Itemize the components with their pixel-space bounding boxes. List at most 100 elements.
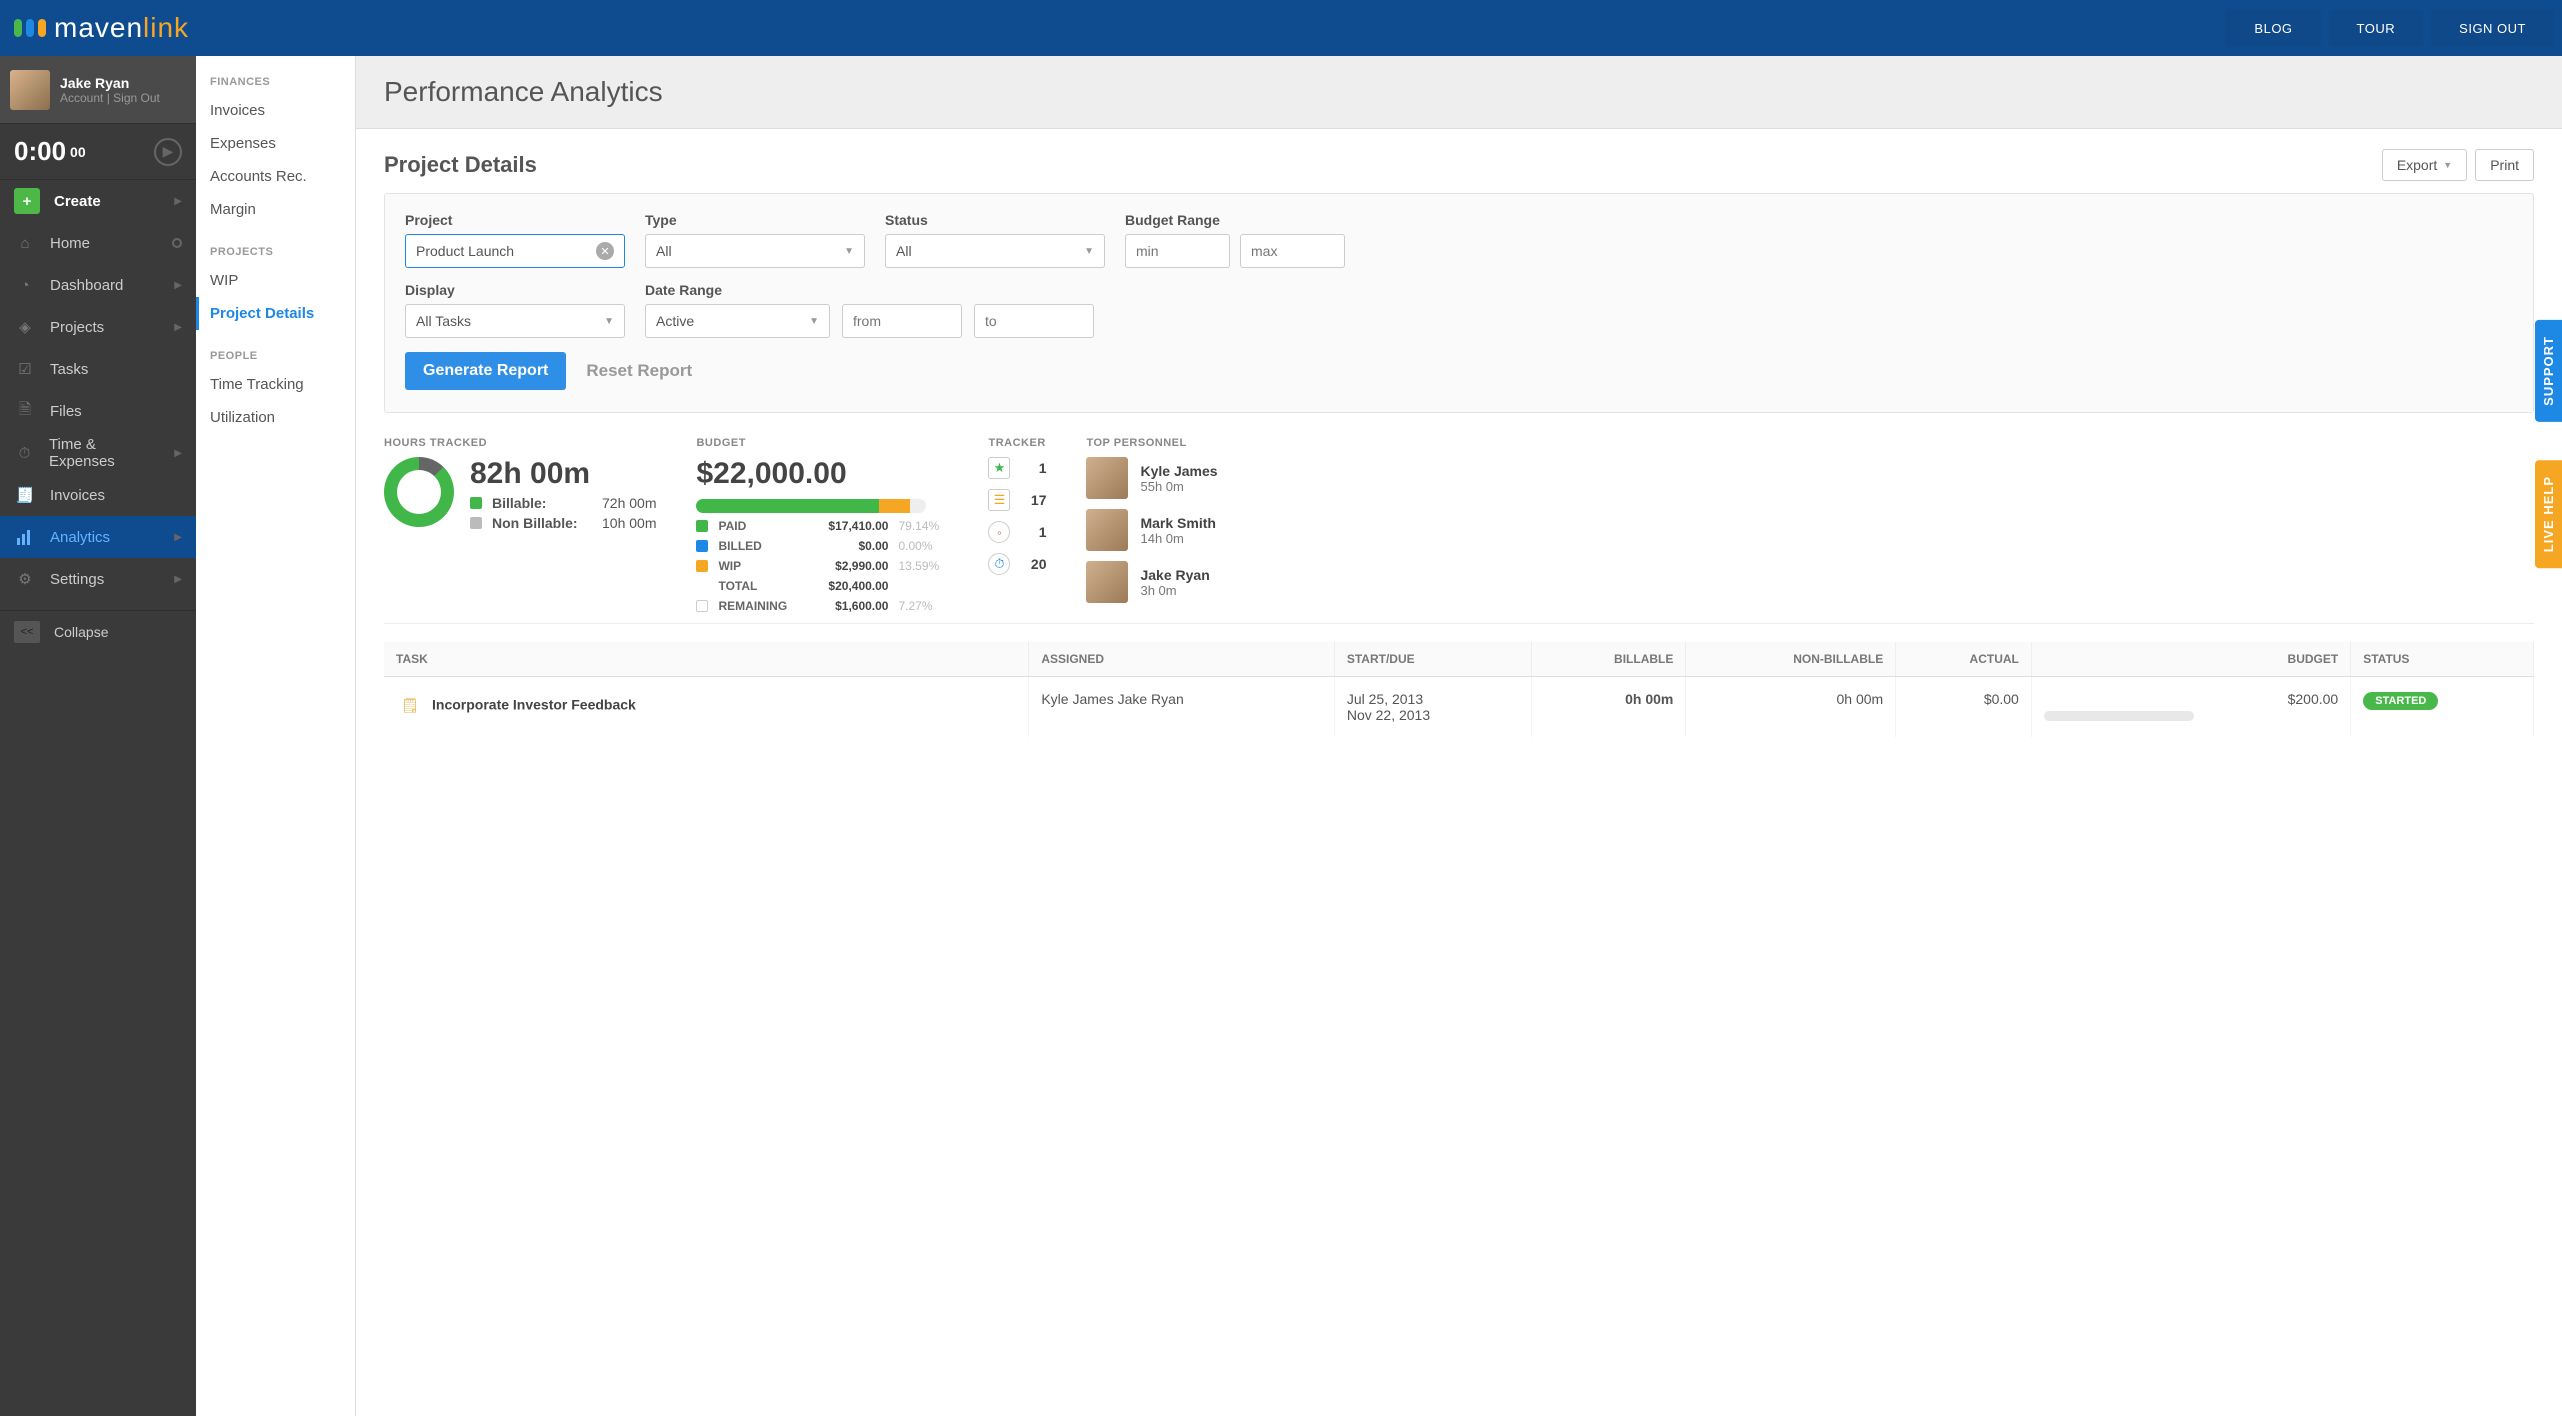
support-tab[interactable]: SUPPORT [2535,320,2562,422]
personnel-hours: 14h 0m [1140,531,1215,546]
type-select[interactable]: All▼ [645,234,865,268]
th-assigned[interactable]: ASSIGNED [1029,642,1335,677]
personnel-name: Jake Ryan [1140,567,1209,583]
legend-billed-icon [696,540,708,552]
hours-donut-chart [384,457,454,527]
subnav-invoices[interactable]: Invoices [196,94,355,127]
signout-button[interactable]: SIGN OUT [2431,10,2554,46]
tracker-val-d: 20 [1022,556,1046,572]
generate-report-button[interactable]: Generate Report [405,352,566,390]
subnav-header-finances: FINANCES [196,70,355,94]
tracker-val-a: 1 [1022,460,1046,476]
brand-b: link [143,12,189,43]
th-status[interactable]: STATUS [2351,642,2534,677]
status-select[interactable]: All▼ [885,234,1105,268]
chevron-down-icon: ▼ [2443,160,2452,170]
logo[interactable]: mavenlink [8,12,189,44]
subnav-wip[interactable]: WIP [196,264,355,297]
status-dot-icon [172,238,182,248]
nav-invoices[interactable]: 🧾Invoices [0,474,196,516]
billable-value: 72h 00m [602,495,656,511]
tour-button[interactable]: TOUR [2329,10,2424,46]
home-icon: ⌂ [14,235,36,252]
filter-panel: Project Product Launch ✕ Type All▼ Statu… [384,193,2534,413]
nav-create[interactable]: + Create ▶ [0,180,196,222]
hours-label: HOURS TRACKED [384,437,656,449]
export-button[interactable]: Export▼ [2382,149,2467,181]
user-name: Jake Ryan [60,75,160,91]
budget-min-input[interactable] [1136,243,1219,259]
subnav-time-tracking[interactable]: Time Tracking [196,368,355,401]
nav-files[interactable]: 🗎 Files [0,390,196,432]
avatar [1086,561,1128,603]
nav-settings[interactable]: ⚙Settings▶ [0,558,196,600]
chevron-down-icon: ▼ [809,316,819,327]
budget-range-label: Budget Range [1125,212,1345,228]
th-budget[interactable]: BUDGET [2031,642,2350,677]
nav-home[interactable]: ⌂Home [0,222,196,264]
tracker-val-b: 17 [1022,492,1046,508]
print-button[interactable]: Print [2475,149,2534,181]
display-select[interactable]: All Tasks▼ [405,304,625,338]
tasks-table: TASK ASSIGNED START/DUE BILLABLE NON-BIL… [384,642,2534,737]
date-to-input[interactable] [985,313,1083,329]
subnav-project-details[interactable]: Project Details [196,297,355,330]
blog-button[interactable]: BLOG [2226,10,2320,46]
th-actual[interactable]: ACTUAL [1896,642,2032,677]
type-label: Type [645,212,865,228]
nav-time-expenses[interactable]: ⏱Time & Expenses▶ [0,432,196,474]
nav-dashboard[interactable]: ◔Dashboard▶ [0,264,196,306]
gauge-icon: ◔ [14,277,36,294]
paid-amount: $17,410.00 [808,519,888,533]
stopwatch-icon: ⏱ [988,553,1010,575]
clipboard-icon: ☰ [988,489,1010,511]
nav-label: Create [54,193,101,210]
personnel-name: Mark Smith [1140,515,1215,531]
subnav-accounts-rec[interactable]: Accounts Rec. [196,160,355,193]
nav-tasks[interactable]: ☑Tasks [0,348,196,390]
chart-icon [14,528,36,546]
budget-max-input[interactable] [1251,243,1334,259]
nav-projects[interactable]: ◈Projects▶ [0,306,196,348]
subnav-utilization[interactable]: Utilization [196,401,355,434]
pin-icon: ◦ [988,521,1010,543]
budget-total: $22,000.00 [696,457,948,491]
budget-label: BUDGET [696,437,948,449]
th-startdue[interactable]: START/DUE [1334,642,1532,677]
project-value: Product Launch [416,243,514,259]
user-block[interactable]: Jake Ryan Account | Sign Out [0,56,196,124]
billed-pct: 0.00% [898,539,948,553]
th-nonbillable[interactable]: NON-BILLABLE [1686,642,1896,677]
page-header: Performance Analytics [356,56,2562,129]
status-badge: STARTED [2363,692,2438,710]
th-billable[interactable]: BILLABLE [1532,642,1686,677]
chevron-down-icon: ▼ [1084,246,1094,257]
project-input[interactable]: Product Launch ✕ [405,234,625,268]
date-from-input[interactable] [853,313,951,329]
subnav-margin[interactable]: Margin [196,193,355,226]
livehelp-tab[interactable]: LIVE HELP [2535,460,2562,568]
daterange-select[interactable]: Active▼ [645,304,830,338]
primary-sidebar: Jake Ryan Account | Sign Out 0:00 00 ▶ +… [0,56,196,1416]
play-icon[interactable]: ▶ [154,138,182,166]
nav-label: Dashboard [50,277,123,294]
subnav-header-people: PEOPLE [196,344,355,368]
tracker-val-c: 1 [1022,524,1046,540]
budget-bar-chart [696,499,926,513]
user-links[interactable]: Account | Sign Out [60,91,160,105]
nav-label: Files [50,403,82,420]
clear-icon[interactable]: ✕ [596,242,614,260]
display-label: Display [405,282,625,298]
remaining-pct: 7.27% [898,599,948,613]
personnel-name: Kyle James [1140,463,1217,479]
status-label: Status [885,212,1105,228]
th-task[interactable]: TASK [384,642,1029,677]
files-icon: 🗎 [14,399,36,424]
legend-wip-icon [696,560,708,572]
reset-report-button[interactable]: Reset Report [586,361,692,381]
nav-analytics[interactable]: Analytics▶ [0,516,196,558]
table-row[interactable]: 🗒Incorporate Investor Feedback Kyle Jame… [384,677,2534,738]
collapse-button[interactable]: <<Collapse [0,610,196,652]
subnav-expenses[interactable]: Expenses [196,127,355,160]
gear-icon: ⚙ [14,570,36,588]
